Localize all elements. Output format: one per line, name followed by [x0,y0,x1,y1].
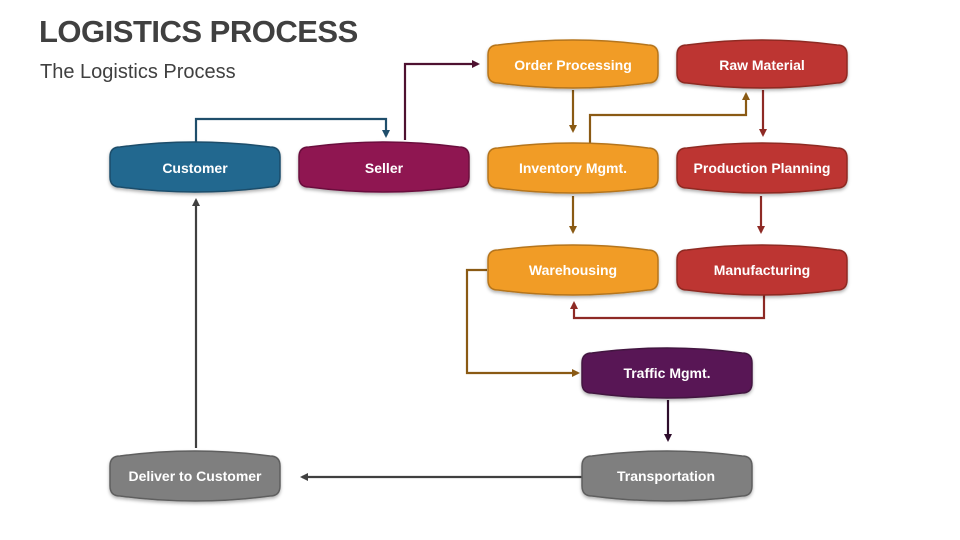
node-label-warehousing: Warehousing [529,262,617,278]
node-label-production-planning: Production Planning [694,160,831,176]
connector-customer-to-seller [194,117,390,142]
logistics-flow-diagram: Customer Seller Order Processing Raw Mat… [109,39,848,502]
node-label-traffic-mgmt: Traffic Mgmt. [623,365,710,381]
node-label-order-processing: Order Processing [514,57,632,73]
node-label-customer: Customer [162,160,228,176]
connector-inventory-to-raw-material [588,92,750,143]
connector-manufacturing-to-warehousing [570,295,766,320]
node-label-transportation: Transportation [617,468,715,484]
node-label-raw-material: Raw Material [719,57,805,73]
node-label-deliver-to-customer: Deliver to Customer [128,468,262,484]
node-label-inventory-mgmt: Inventory Mgmt. [519,160,627,176]
connector-seller-to-order-processing [403,60,480,140]
node-label-seller: Seller [365,160,404,176]
node-label-manufacturing: Manufacturing [714,262,810,278]
